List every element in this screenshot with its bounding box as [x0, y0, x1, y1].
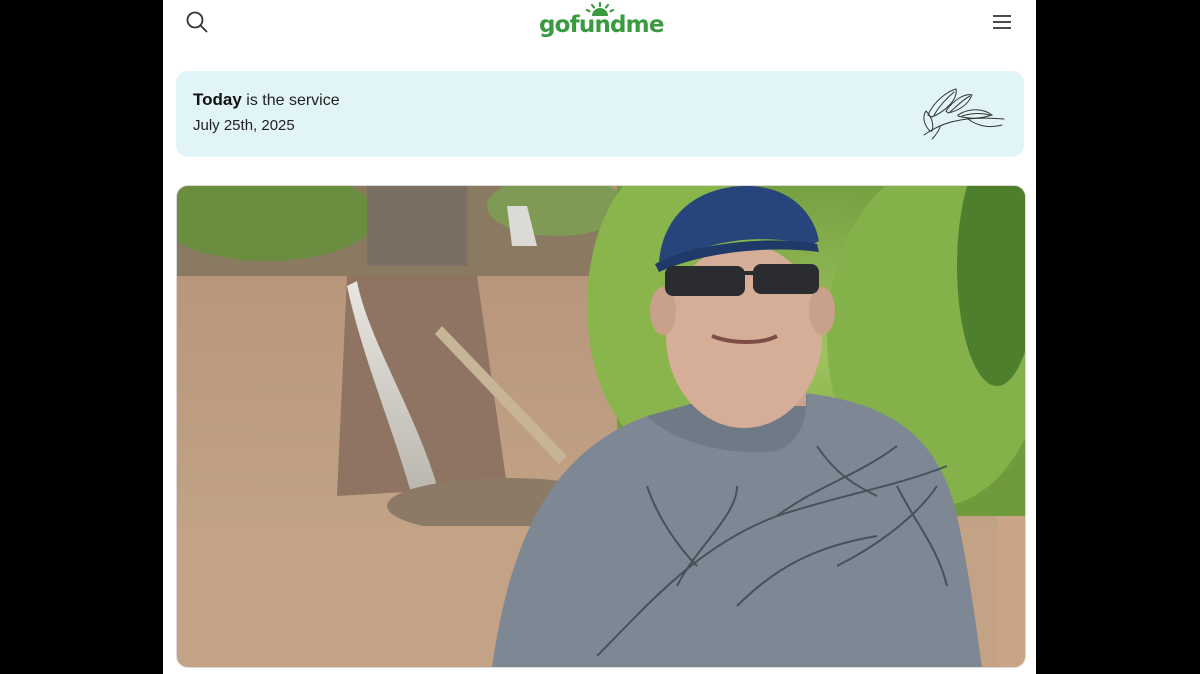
search-icon [186, 11, 208, 33]
campaign-photo-image [177, 186, 1025, 667]
banner-title-bold: Today [193, 90, 242, 109]
search-button[interactable] [183, 8, 211, 36]
top-header: gofundme [163, 0, 1036, 44]
hamburger-menu-icon [993, 15, 1011, 29]
menu-button[interactable] [988, 8, 1016, 36]
service-date-banner: Today is the service July 25th, 2025 [176, 71, 1024, 157]
logo-wordmark: gofundme [539, 12, 664, 38]
campaign-photo[interactable] [176, 185, 1026, 668]
banner-title-rest: is the service [241, 92, 340, 109]
gofundme-logo[interactable]: gofundme [539, 2, 664, 42]
leaf-branch-icon [923, 88, 1005, 140]
banner-title: Today is the service [193, 90, 340, 110]
campaign-page: gofundme Today is the service July 25th,… [163, 0, 1036, 674]
service-date: July 25th, 2025 [193, 117, 295, 134]
